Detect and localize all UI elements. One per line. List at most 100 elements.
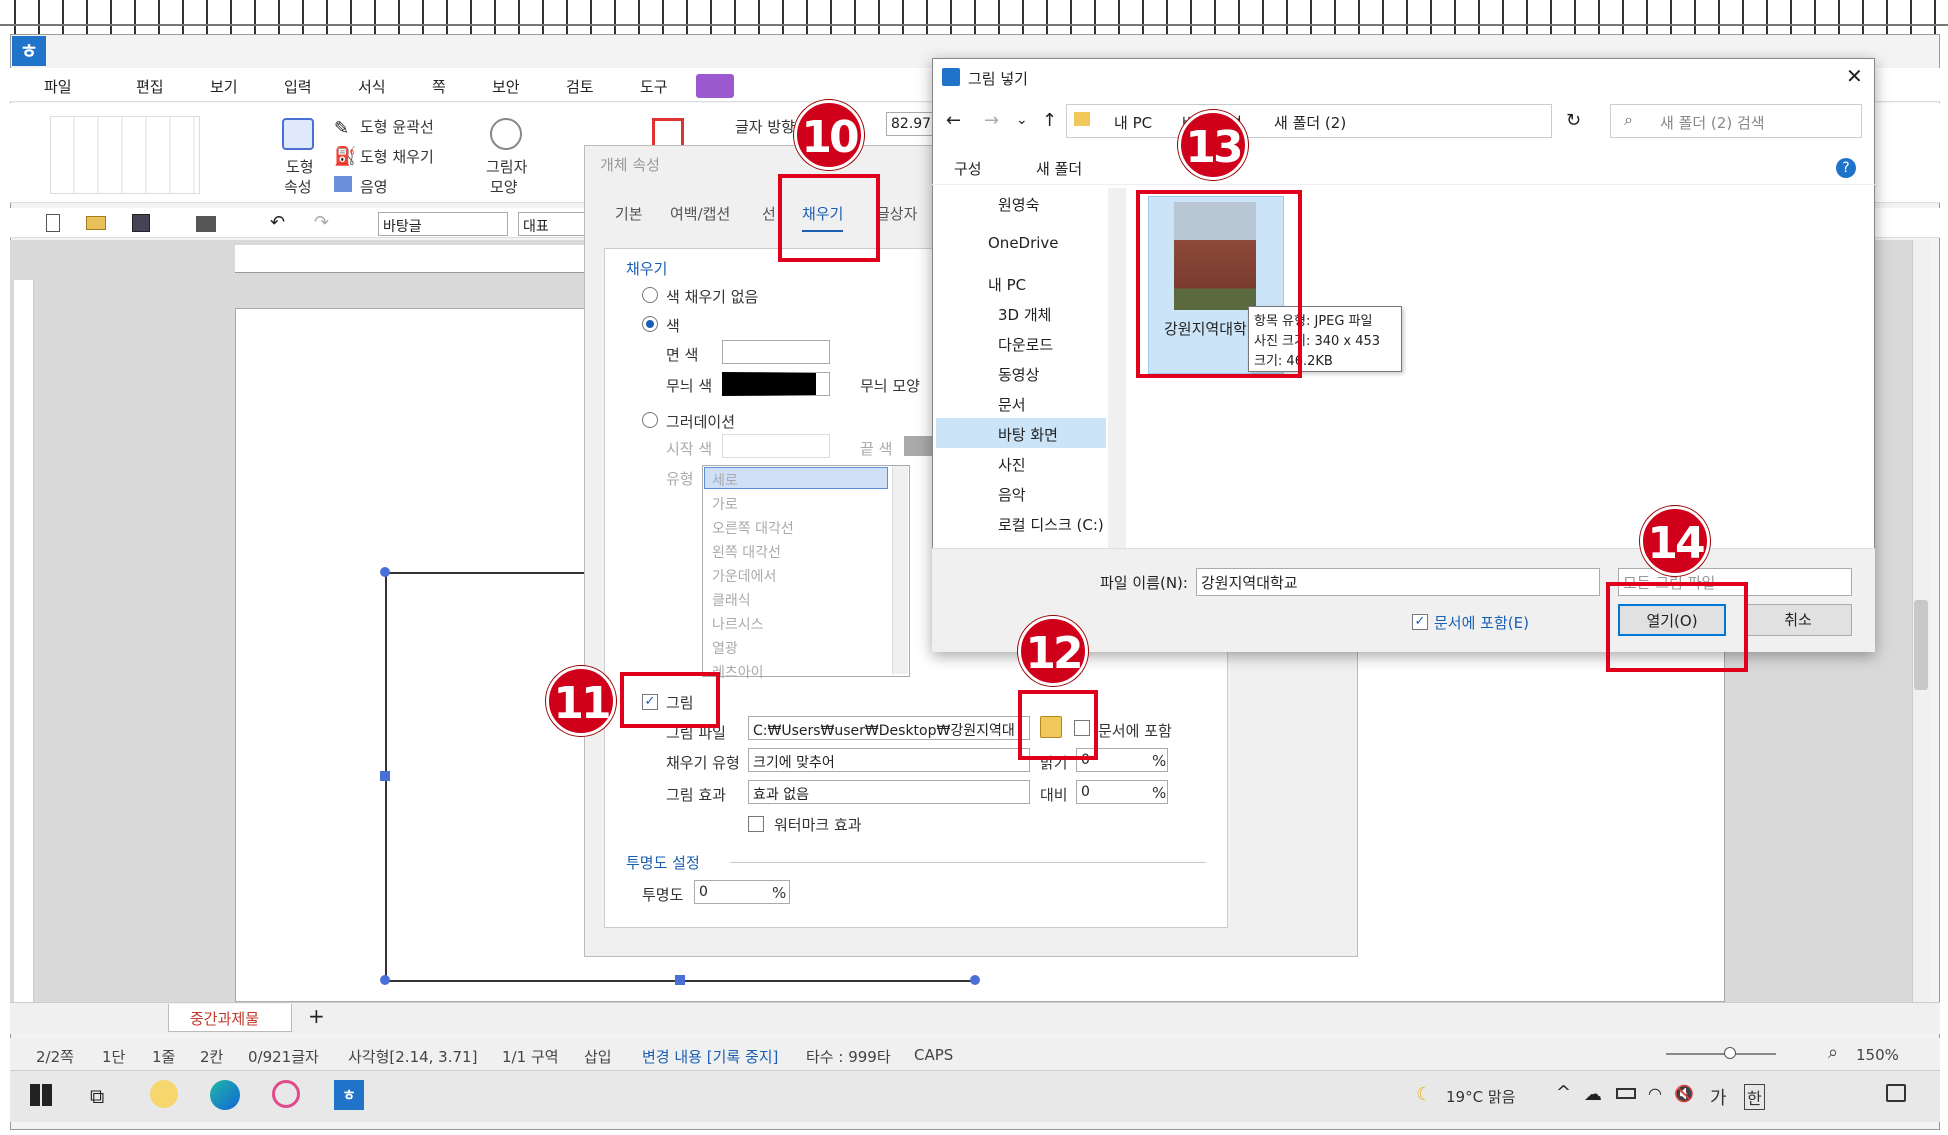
status-track-changes[interactable]: 변경 내용 [기록 중지] — [642, 1046, 778, 1067]
nav-item-3d[interactable]: 3D 개체 — [998, 304, 1051, 325]
nav-item-videos[interactable]: 동영상 — [998, 364, 1039, 385]
hwp-taskbar-icon[interactable]: ㅎ — [334, 1080, 364, 1110]
start-color-picker[interactable] — [722, 434, 830, 458]
picture-path-field[interactable]: C:₩Users₩user₩Desktop₩강원지역대 — [748, 716, 1030, 740]
menu-format[interactable]: 서식 — [358, 76, 386, 97]
tab-textbox[interactable]: 글상자 — [876, 203, 917, 224]
nav-item-localdisk[interactable]: 로컬 디스크 (C:) — [998, 514, 1104, 535]
cancel-button[interactable]: 취소 — [1744, 604, 1852, 636]
tab-basic[interactable]: 기본 — [615, 203, 643, 224]
refresh-icon[interactable]: ↻ — [1566, 110, 1581, 131]
type-option-frenzy[interactable]: 열광 — [712, 638, 738, 658]
redo-icon[interactable]: ↷ — [314, 212, 329, 233]
watermark-checkbox[interactable] — [748, 816, 764, 832]
scroll-thumb[interactable] — [1914, 600, 1928, 690]
end-color-swatch[interactable] — [904, 436, 934, 456]
back-arrow-icon[interactable]: ← — [946, 110, 961, 131]
forward-arrow-icon[interactable]: → — [984, 110, 999, 131]
close-icon[interactable]: ✕ — [1846, 64, 1863, 88]
fill-type-select[interactable]: 크기에 맞추어 — [748, 748, 1030, 772]
status-zoom[interactable]: 150% — [1856, 1046, 1899, 1064]
nav-item-user[interactable]: 원영숙 — [998, 194, 1039, 215]
color-radio[interactable] — [642, 316, 658, 332]
addin-icon[interactable] — [696, 74, 734, 98]
gradation-radio[interactable] — [642, 412, 658, 428]
picture-shape-label[interactable]: 그림자 — [486, 156, 527, 177]
weather-text[interactable]: 19°C 맑음 — [1446, 1086, 1515, 1107]
type-option-right-diag[interactable]: 오른쪽 대각선 — [712, 518, 794, 538]
filename-input[interactable]: 강원지역대학교 — [1196, 568, 1600, 596]
menu-insert[interactable]: 입력 — [284, 76, 312, 97]
shape-props-label2[interactable]: 속성 — [284, 176, 312, 197]
paint-app-icon[interactable] — [150, 1080, 178, 1108]
zoom-slider-thumb[interactable] — [1724, 1047, 1736, 1059]
font-select[interactable]: 대표 — [518, 212, 588, 236]
nav-item-desktop[interactable]: 바탕 화면 — [998, 424, 1058, 445]
cloud-icon[interactable]: ☁ — [1584, 1084, 1602, 1105]
nav-item-downloads[interactable]: 다운로드 — [998, 334, 1053, 355]
menu-security[interactable]: 보안 — [492, 76, 520, 97]
shape-props-icon[interactable] — [282, 118, 314, 150]
undo-icon[interactable]: ↶ — [270, 212, 285, 233]
nav-scrollbar[interactable] — [1108, 188, 1126, 548]
wifi-icon[interactable]: ◠ — [1648, 1084, 1662, 1103]
no-fill-radio[interactable] — [642, 287, 658, 303]
add-sheet-icon[interactable]: + — [308, 1004, 325, 1028]
type-option-center[interactable]: 가운데에서 — [712, 566, 776, 586]
path-newfolder[interactable]: 새 폴더 (2) — [1274, 112, 1346, 133]
speaker-muted-icon[interactable]: 🔇 — [1674, 1084, 1694, 1103]
up-arrow-icon[interactable]: ↑ — [1042, 110, 1057, 131]
path-mypc[interactable]: 내 PC — [1114, 112, 1152, 133]
tray-chevron-icon[interactable]: ^ — [1556, 1082, 1571, 1103]
type-option-left-diag[interactable]: 왼쪽 대각선 — [712, 542, 781, 562]
file-include-doc-checkbox[interactable]: ✓ — [1412, 614, 1428, 630]
hwp-app-icon[interactable]: ㅎ — [12, 36, 46, 66]
type-option-narcissus[interactable]: 나르시스 — [712, 614, 764, 634]
save-icon[interactable] — [132, 214, 150, 232]
ime-mode-ga[interactable]: 가 — [1710, 1084, 1727, 1110]
ime-mode-han[interactable]: 한 — [1744, 1084, 1765, 1110]
picture-shape-icon[interactable] — [490, 118, 522, 150]
shape-props-label[interactable]: 도형 — [286, 156, 314, 177]
pattern-color-picker[interactable] — [722, 372, 830, 396]
type-option-vertical[interactable]: 세로 — [712, 470, 738, 490]
shadow-button[interactable]: 음영 — [360, 176, 388, 197]
edge-app-icon[interactable] — [210, 1080, 240, 1110]
notification-icon[interactable] — [1886, 1084, 1906, 1102]
nav-item-onedrive[interactable]: OneDrive — [988, 234, 1059, 252]
nav-item-pictures[interactable]: 사진 — [998, 454, 1026, 475]
shape-gallery[interactable] — [50, 116, 200, 194]
tab-margin-caption[interactable]: 여백/캡션 — [670, 203, 730, 224]
text-direction-button[interactable]: 글자 방향 — [735, 116, 795, 137]
menu-page[interactable]: 쪽 — [432, 76, 446, 97]
menu-review[interactable]: 검토 — [566, 76, 594, 97]
type-option-classic[interactable]: 클래식 — [712, 590, 751, 610]
nav-item-mypc[interactable]: 내 PC — [988, 274, 1026, 295]
windows-start-icon[interactable] — [30, 1084, 52, 1106]
shape-handle-bm[interactable] — [675, 975, 685, 985]
picture-effect-select[interactable]: 효과 없음 — [748, 780, 1030, 804]
shape-outline-button[interactable]: 도형 윤곽선 — [360, 116, 434, 137]
style-select[interactable]: 바탕글 — [378, 212, 508, 236]
organize-button[interactable]: 구성 — [954, 158, 982, 179]
snipping-app-icon[interactable] — [272, 1080, 300, 1108]
size-field[interactable]: 82.97 — [886, 112, 938, 136]
shape-handle-ml[interactable] — [380, 771, 390, 781]
shape-fill-button[interactable]: 도형 채우기 — [360, 146, 434, 167]
open-icon[interactable] — [86, 216, 106, 230]
help-icon[interactable]: ? — [1836, 158, 1856, 178]
menu-view[interactable]: 보기 — [210, 76, 238, 97]
menu-tools[interactable]: 도구 — [640, 76, 668, 97]
type-option-horizontal[interactable]: 가로 — [712, 494, 738, 514]
task-view-icon[interactable]: ⧉ — [90, 1084, 104, 1108]
zoom-icon[interactable]: ⌕ — [1828, 1042, 1838, 1063]
shape-handle-bl[interactable] — [380, 975, 390, 985]
shape-handle-tl[interactable] — [380, 567, 390, 577]
nav-item-music[interactable]: 음악 — [998, 484, 1026, 505]
nav-item-documents[interactable]: 문서 — [998, 394, 1026, 415]
new-doc-icon[interactable] — [46, 214, 60, 232]
type-list-scrollbar[interactable] — [892, 466, 908, 674]
menu-file[interactable]: 파일 — [44, 76, 72, 97]
status-insert[interactable]: 삽입 — [584, 1046, 612, 1067]
frame-icon[interactable] — [652, 118, 684, 148]
